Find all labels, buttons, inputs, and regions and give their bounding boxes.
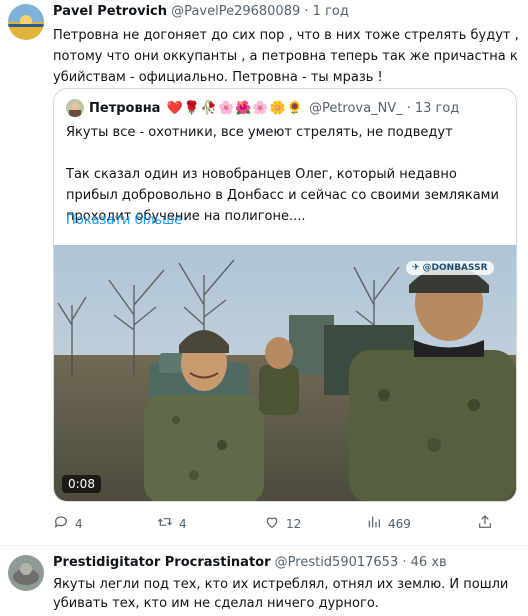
author-name[interactable]: Петровна xyxy=(89,101,160,116)
share-button[interactable] xyxy=(477,514,493,533)
quote-text: Якуты все - охотники, все умеют стрелять… xyxy=(66,122,506,227)
share-icon xyxy=(477,514,493,533)
name-emojis: ❤️🌹🥀🌸🌺🌸🌼🌻 xyxy=(166,100,304,116)
heart-icon xyxy=(264,514,280,533)
video-duration: 0:08 xyxy=(62,475,101,493)
watermark: ✈ @DONBASSR xyxy=(406,261,494,275)
timestamp[interactable]: 46 хв xyxy=(411,555,447,570)
quote-header: Петровна ❤️🌹🥀🌸🌺🌸🌼🌻 @Petrova_NV_ · 13 год xyxy=(66,99,459,117)
separator: · xyxy=(304,4,309,19)
retweet-count: 4 xyxy=(179,516,187,531)
author-handle[interactable]: @PavelPe29680089 xyxy=(171,4,300,19)
like-button[interactable]: 12 xyxy=(264,514,301,533)
action-bar: 4 4 12 469 xyxy=(53,514,521,534)
timestamp[interactable]: 13 год xyxy=(415,101,459,116)
video-frame xyxy=(54,245,516,501)
author-name[interactable]: Pavel Petrovich xyxy=(53,4,167,19)
reply-button[interactable]: 4 xyxy=(53,514,83,533)
telegram-icon: ✈ xyxy=(412,263,420,273)
quoted-tweet[interactable]: Петровна ❤️🌹🥀🌸🌺🌸🌼🌻 @Petrova_NV_ · 13 год… xyxy=(53,88,517,502)
timestamp[interactable]: 1 год xyxy=(313,4,349,19)
tweet-header: Pavel Petrovich @PavelPe29680089 · 1 год xyxy=(53,4,349,19)
like-count: 12 xyxy=(286,516,302,531)
reply-text: Якуты легли под тех, кто их истреблял, о… xyxy=(53,577,509,611)
views-button[interactable]: 469 xyxy=(366,514,411,533)
author-handle[interactable]: @Prestid59017653 xyxy=(275,555,399,570)
watermark-text: @DONBASSR xyxy=(422,263,488,273)
reply-count: 4 xyxy=(75,516,83,531)
show-more-link[interactable]: Показати більше xyxy=(66,213,182,228)
author-handle[interactable]: @Petrova_NV_ xyxy=(309,101,403,116)
view-count: 469 xyxy=(388,516,411,531)
tweet[interactable]: Pavel Petrovich @PavelPe29680089 · 1 год… xyxy=(0,0,528,546)
reply-icon xyxy=(53,514,69,533)
video-player[interactable]: ✈ @DONBASSR 0:08 xyxy=(54,245,516,501)
avatar[interactable] xyxy=(8,4,44,40)
reply-header: Prestidigitator Procrastinator @Prestid5… xyxy=(53,555,447,570)
avatar[interactable] xyxy=(8,555,44,591)
author-name[interactable]: Prestidigitator Procrastinator xyxy=(53,555,271,570)
avatar[interactable] xyxy=(66,99,84,117)
quote-line-1: Якуты все - охотники, все умеют стрелять… xyxy=(66,125,453,140)
separator: · xyxy=(402,555,407,570)
tweet-text: Петровна не догоняет до сих пор , что в … xyxy=(53,28,519,85)
retweet-button[interactable]: 4 xyxy=(157,514,187,533)
retweet-icon xyxy=(157,514,173,533)
separator: · xyxy=(406,100,411,116)
views-icon xyxy=(366,514,382,533)
